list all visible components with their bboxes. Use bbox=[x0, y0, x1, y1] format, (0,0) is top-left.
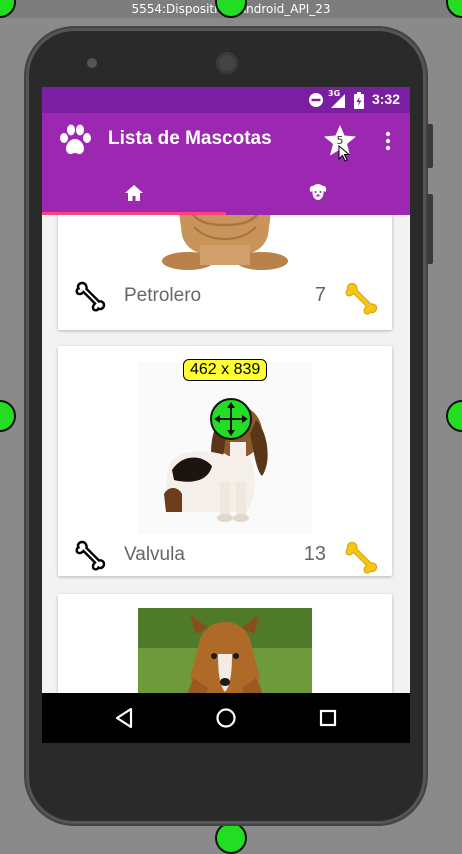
battery-icon bbox=[354, 92, 364, 109]
paw-icon bbox=[60, 124, 91, 155]
do-not-disturb-icon bbox=[309, 93, 323, 107]
volume-button[interactable] bbox=[427, 124, 433, 168]
tab-home[interactable] bbox=[42, 169, 226, 215]
dog-face-icon bbox=[309, 184, 327, 200]
earpiece-speaker bbox=[216, 52, 238, 74]
move-arrows-icon bbox=[214, 402, 248, 436]
capture-size-badge: 462 x 839 bbox=[183, 359, 268, 381]
tab-bar bbox=[42, 169, 410, 215]
bone-like-icon[interactable] bbox=[343, 538, 381, 576]
tab-profile[interactable] bbox=[226, 169, 410, 215]
pet-photo bbox=[138, 215, 312, 275]
pet-photo bbox=[138, 362, 312, 534]
app-bar: Lista de Mascotas 5 bbox=[42, 113, 410, 169]
resize-handle-bottom[interactable] bbox=[215, 822, 247, 854]
back-icon[interactable] bbox=[114, 707, 134, 729]
status-bar: 3G 3:32 bbox=[42, 87, 410, 113]
status-time: 3:32 bbox=[371, 91, 400, 107]
pet-likes-count: 13 bbox=[303, 543, 326, 565]
power-button[interactable] bbox=[427, 194, 433, 264]
pet-likes-count: 7 bbox=[314, 284, 326, 306]
front-camera bbox=[87, 58, 97, 68]
resize-handle-left[interactable] bbox=[0, 400, 16, 432]
app-title: Lista de Mascotas bbox=[108, 128, 272, 149]
bone-outline-icon[interactable] bbox=[74, 538, 108, 572]
bone-outline-icon[interactable] bbox=[74, 279, 108, 313]
bone-like-icon[interactable] bbox=[343, 279, 381, 317]
resize-handle-right[interactable] bbox=[446, 400, 462, 432]
pet-name: Valvula bbox=[124, 544, 185, 565]
move-handle[interactable] bbox=[210, 398, 252, 440]
more-vert-icon[interactable] bbox=[378, 131, 398, 153]
home-icon bbox=[125, 185, 143, 201]
pet-name: Petrolero bbox=[124, 285, 202, 306]
signal-icon bbox=[331, 94, 345, 108]
pet-card[interactable]: Petrolero 7 bbox=[58, 215, 392, 330]
recent-apps-icon[interactable] bbox=[318, 708, 338, 728]
home-nav-icon[interactable] bbox=[215, 707, 237, 729]
pet-list[interactable]: Petrolero 7 Valvula 13 bbox=[42, 215, 410, 743]
mouse-cursor-icon bbox=[338, 145, 350, 162]
navigation-bar bbox=[42, 693, 410, 743]
capture-size-label: 462 x 839 bbox=[190, 361, 261, 378]
